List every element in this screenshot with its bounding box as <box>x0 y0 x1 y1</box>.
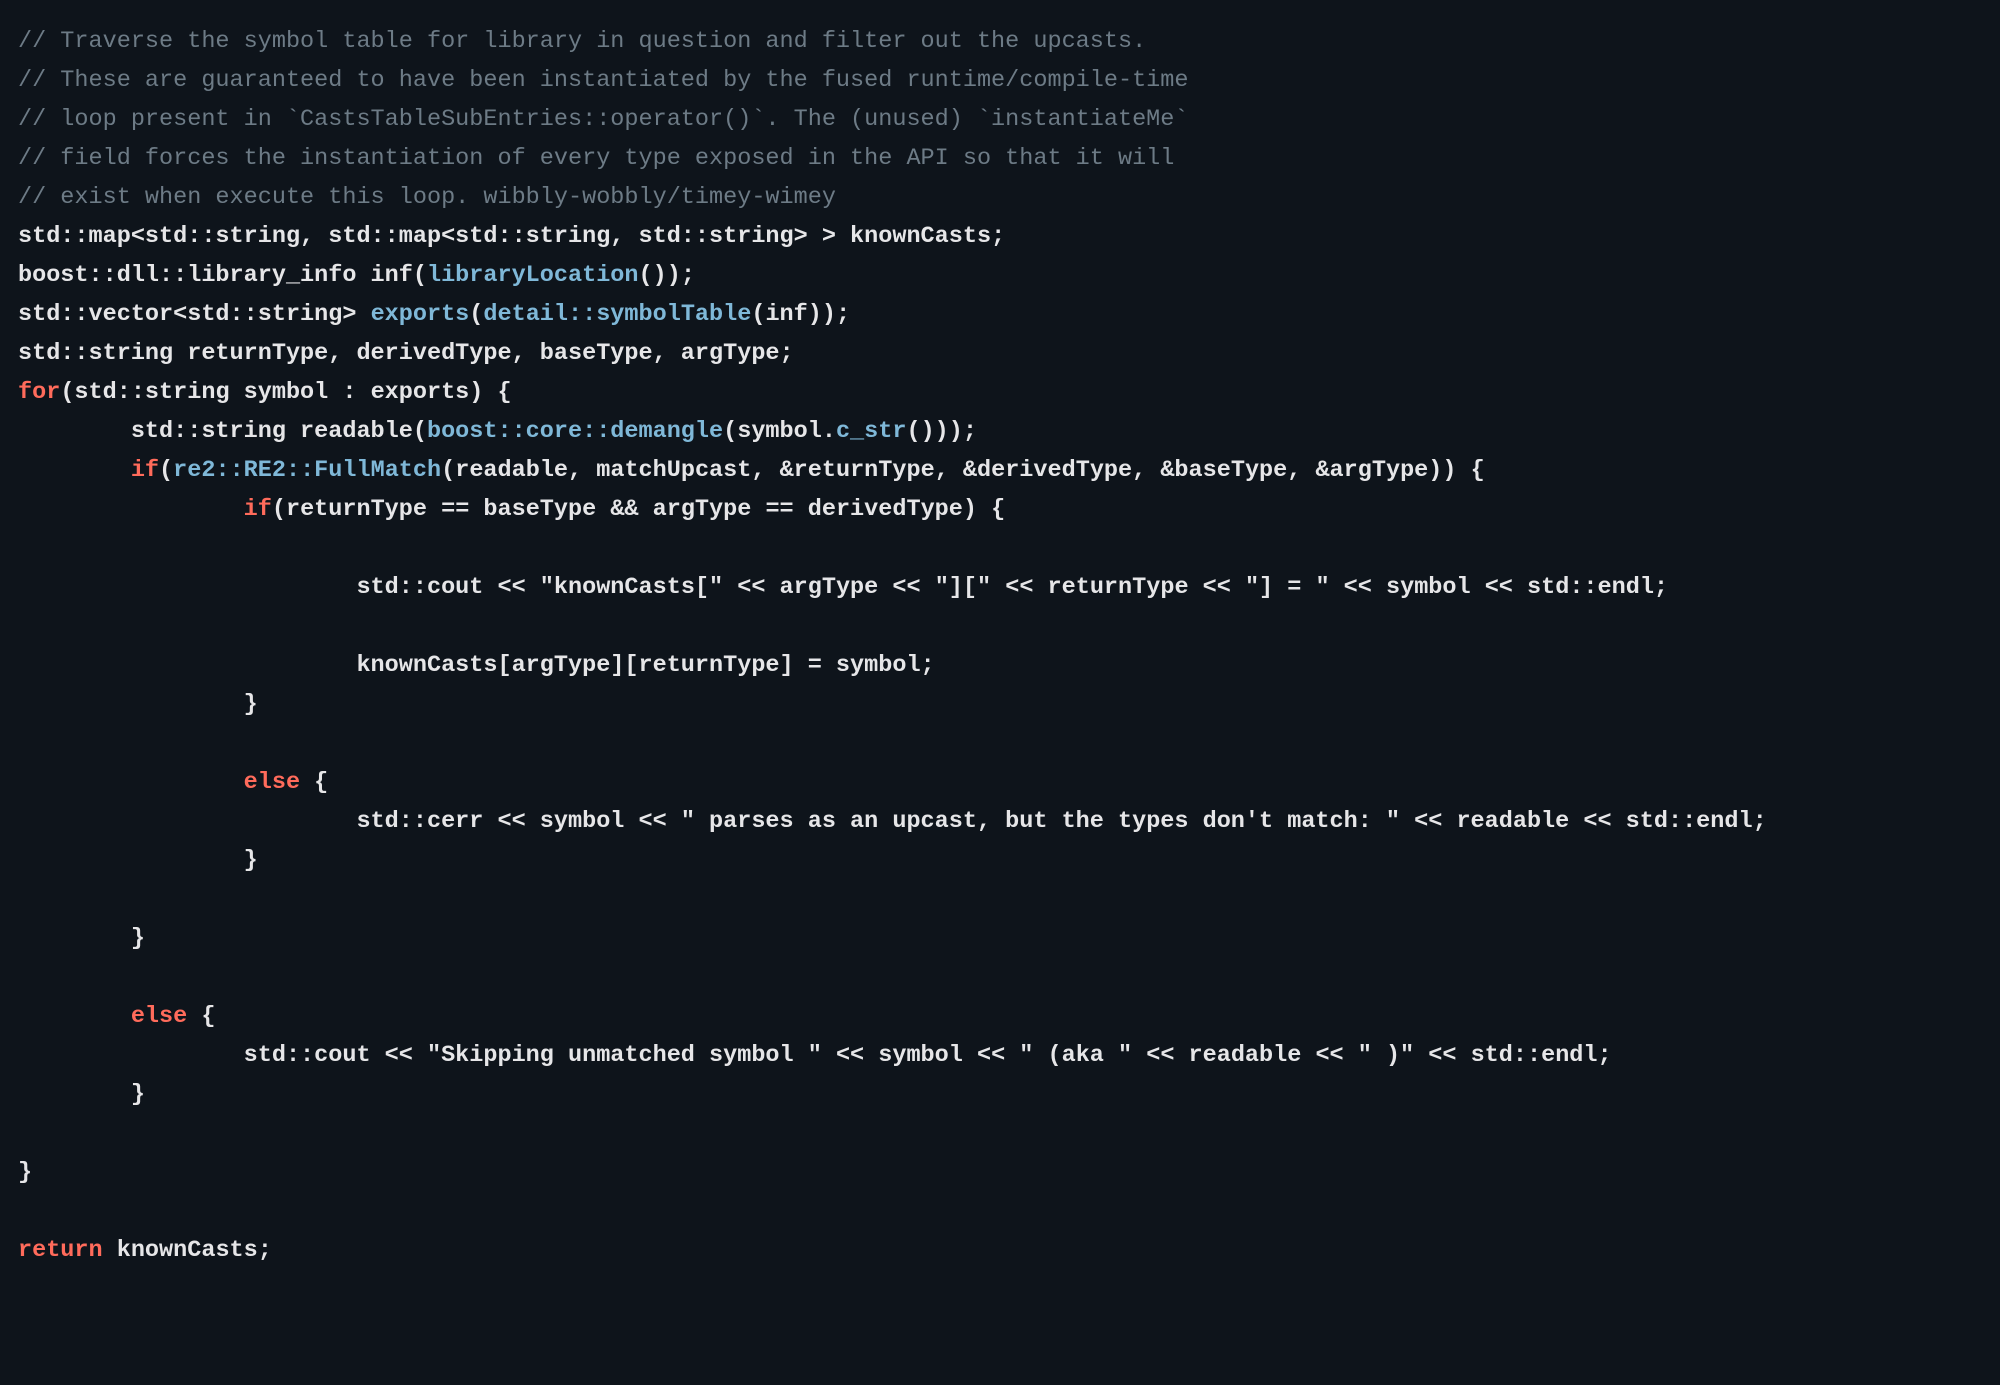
code-line: } <box>18 691 258 718</box>
code-line: else { <box>18 1003 215 1030</box>
code-line: std::cout << "Skipping unmatched symbol … <box>18 1042 1612 1069</box>
code-line: std::vector<std::string> exports(detail:… <box>18 301 850 328</box>
code-line: } <box>18 1081 145 1108</box>
comment-line: // These are guaranteed to have been ins… <box>18 67 1189 94</box>
code-line: } <box>18 847 258 874</box>
code-line: std::cout << "knownCasts[" << argType <<… <box>18 574 1668 601</box>
code-line: knownCasts[argType][returnType] = symbol… <box>18 652 935 679</box>
code-line: return knownCasts; <box>18 1237 272 1264</box>
code-line: if(returnType == baseType && argType == … <box>18 496 1005 523</box>
code-line: } <box>18 925 145 952</box>
code-line: if(re2::RE2::FullMatch(readable, matchUp… <box>18 457 1485 484</box>
comment-line: // Traverse the symbol table for library… <box>18 28 1146 55</box>
code-line: std::map<std::string, std::map<std::stri… <box>18 223 1005 250</box>
comment-line: // loop present in `CastsTableSubEntries… <box>18 106 1189 133</box>
code-block: // Traverse the symbol table for library… <box>0 0 2000 1292</box>
code-line: else { <box>18 769 328 796</box>
code-line: for(std::string symbol : exports) { <box>18 379 512 406</box>
code-line: std::string returnType, derivedType, bas… <box>18 340 794 367</box>
code-line: std::string readable(boost::core::demang… <box>18 418 977 445</box>
comment-line: // exist when execute this loop. wibbly-… <box>18 184 836 211</box>
comment-line: // field forces the instantiation of eve… <box>18 145 1174 172</box>
code-line: std::cerr << symbol << " parses as an up… <box>18 808 1767 835</box>
code-line: boost::dll::library_info inf(libraryLoca… <box>18 262 695 289</box>
code-line: } <box>18 1159 32 1186</box>
